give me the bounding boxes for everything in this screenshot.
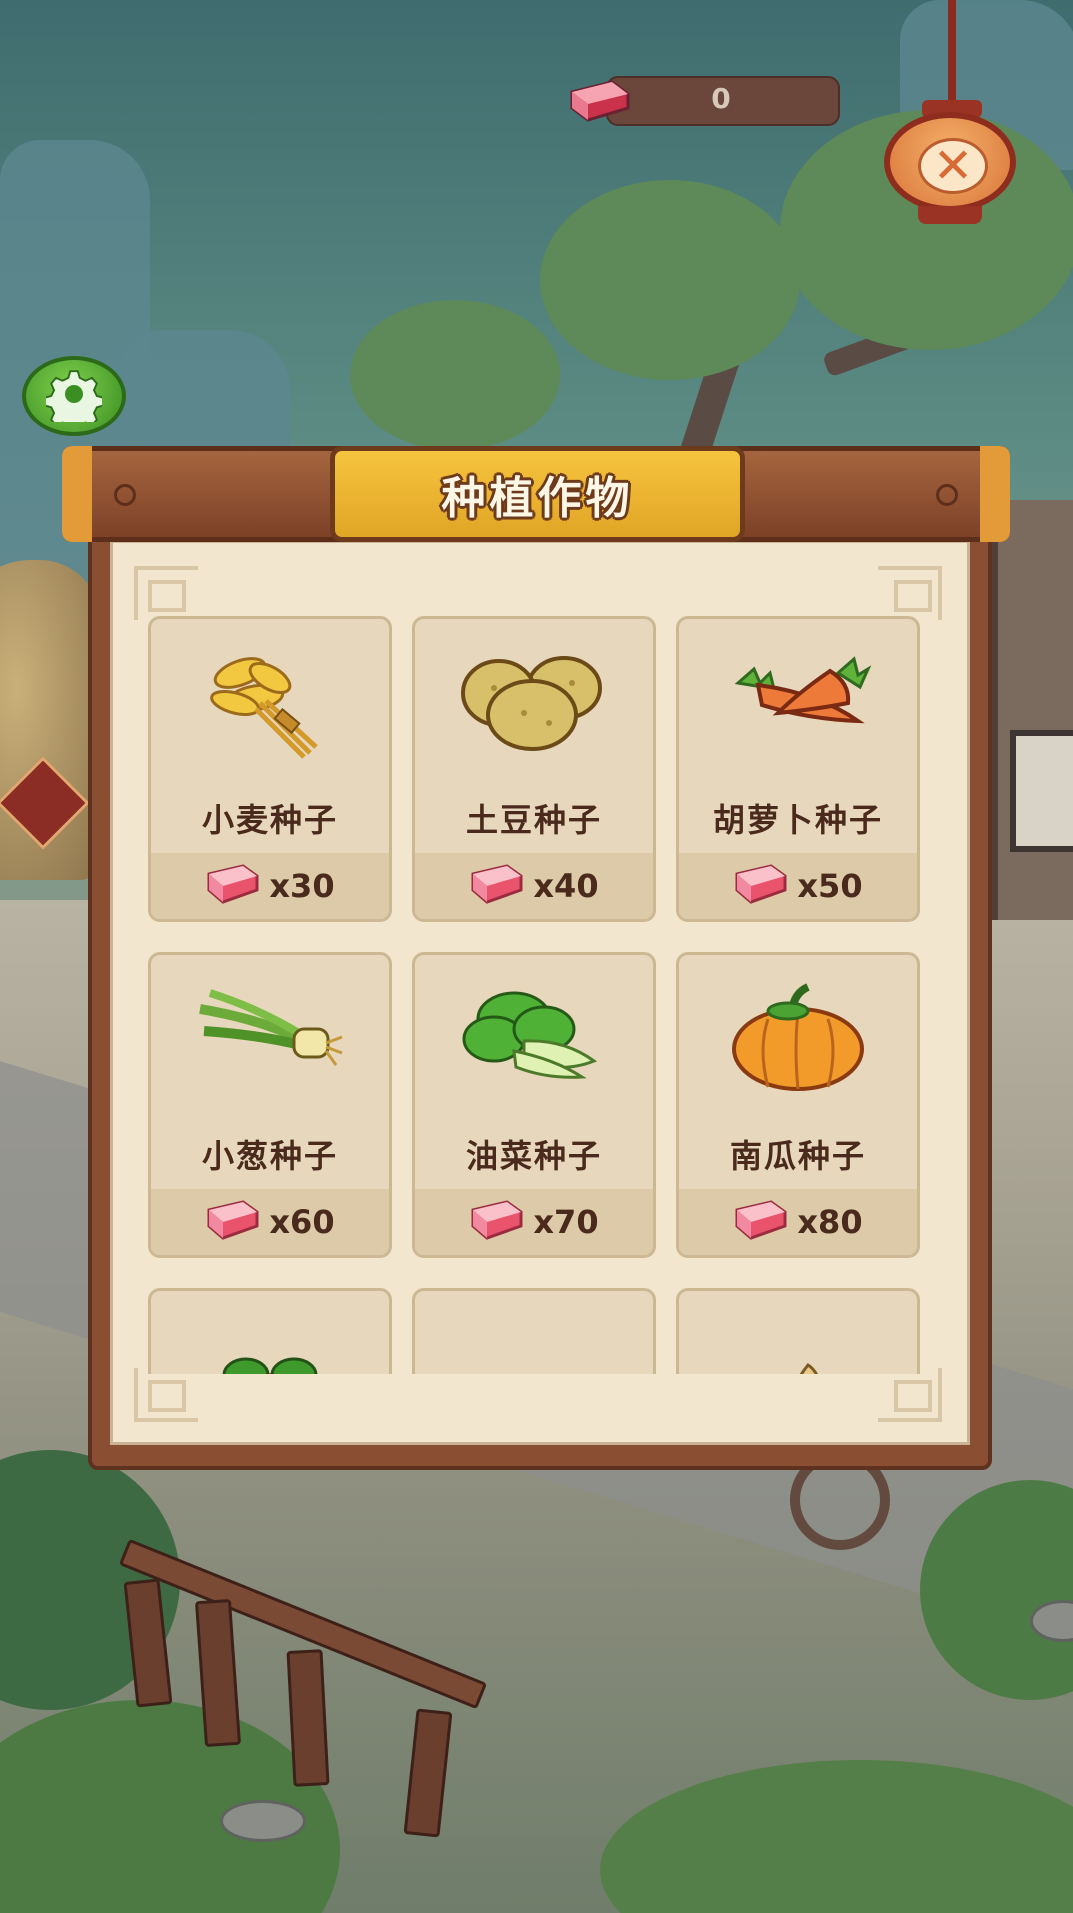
seed-card-carrot[interactable]: 胡萝卜种子 x50 (676, 616, 920, 922)
corner-ornament (878, 1368, 948, 1428)
meat-gem-icon (205, 862, 261, 910)
bundle-icon (415, 1315, 653, 1374)
potato-icon (415, 643, 653, 763)
seed-card-pumpkin[interactable]: 南瓜种子 x80 (676, 952, 920, 1258)
seed-name: 土豆种子 (465, 801, 602, 839)
price-value: x30 (269, 867, 335, 905)
seed-price: x60 (151, 1189, 389, 1255)
meat-gem-icon (566, 78, 632, 128)
seed-card-bok-choy[interactable]: 油菜种子 x70 (412, 952, 656, 1258)
seed-price: x50 (679, 853, 917, 919)
gear-icon (43, 366, 105, 433)
meat-gem-icon (205, 1198, 261, 1246)
panel-title: 种植作物 (441, 473, 634, 524)
radish-icon (151, 1315, 389, 1374)
seed-price: x80 (679, 1189, 917, 1255)
seed-price: x70 (415, 1189, 653, 1255)
seed-card-partial[interactable] (676, 1288, 920, 1374)
bok-choy-icon (415, 979, 653, 1099)
seed-price: x40 (415, 853, 653, 919)
nail-icon (936, 484, 958, 506)
seed-card-partial[interactable] (412, 1288, 656, 1374)
seed-name: 油菜种子 (465, 1137, 602, 1175)
nail-icon (114, 484, 136, 506)
title-plate: 种植作物 (330, 446, 745, 542)
seed-name: 小葱种子 (201, 1137, 338, 1175)
currency-display: 0 (566, 76, 846, 126)
seed-grid: 小麦种子 x30 土豆种子 x40 胡萝卜种子 x50 小葱种子 x60 油菜种… (148, 616, 924, 1374)
seed-card-partial[interactable] (148, 1288, 392, 1374)
price-value: x80 (797, 1203, 863, 1241)
seed-price: x30 (151, 853, 389, 919)
pumpkin-icon (679, 979, 917, 1099)
price-value: x40 (533, 867, 599, 905)
price-value: x60 (269, 1203, 335, 1241)
seed-card-wheat[interactable]: 小麦种子 x30 (148, 616, 392, 922)
ginseng-icon (679, 1315, 917, 1374)
currency-value: 0 (711, 82, 731, 115)
meat-gem-icon (469, 1198, 525, 1246)
settings-button[interactable] (22, 356, 126, 436)
seed-name: 小麦种子 (201, 801, 338, 839)
seed-card-scallion[interactable]: 小葱种子 x60 (148, 952, 392, 1258)
carrot-icon (679, 643, 917, 763)
corner-ornament (134, 1368, 204, 1428)
close-button[interactable]: ✕ (882, 0, 1022, 230)
scallion-icon (151, 979, 389, 1099)
wheat-icon (151, 643, 389, 763)
meat-gem-icon (469, 862, 525, 910)
header-cap-left (62, 446, 92, 542)
header-cap-right (980, 446, 1010, 542)
seed-card-potato[interactable]: 土豆种子 x40 (412, 616, 656, 922)
price-value: x70 (533, 1203, 599, 1241)
close-icon: ✕ (918, 138, 988, 194)
seed-name: 胡萝卜种子 (712, 801, 883, 839)
seed-name: 南瓜种子 (729, 1137, 866, 1175)
meat-gem-icon (733, 862, 789, 910)
price-value: x50 (797, 867, 863, 905)
meat-gem-icon (733, 1198, 789, 1246)
